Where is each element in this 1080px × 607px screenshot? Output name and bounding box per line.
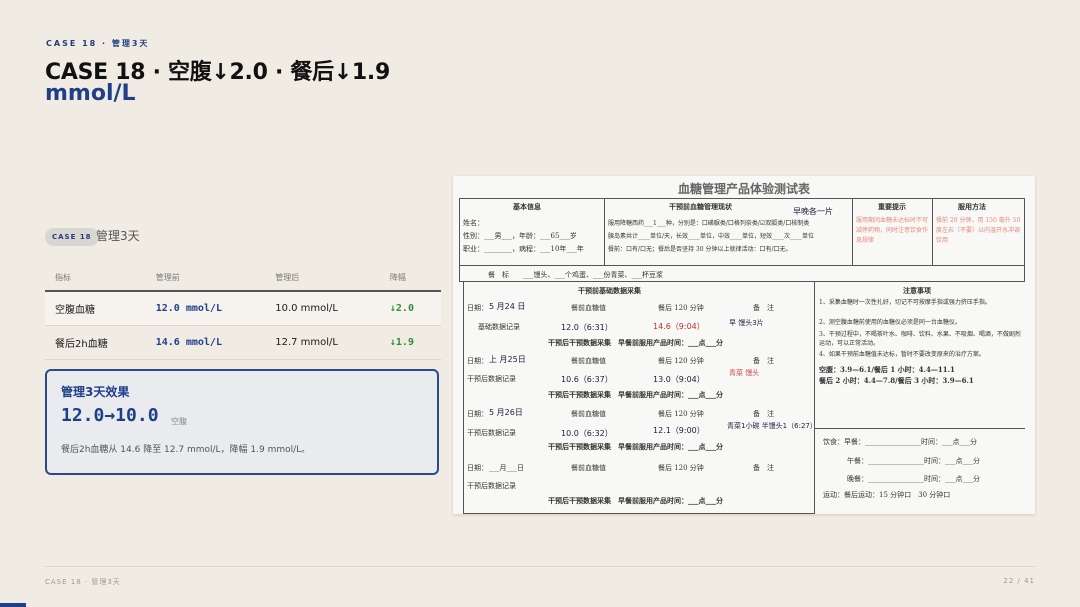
form-notes-header: 注意事项 — [903, 286, 931, 295]
note-4: 4、如果干预前血糖值未达标，暂时不要改变原来的治疗方案。 — [819, 351, 985, 358]
table-header-row: 指标 管理前 管理后 降幅 — [45, 264, 441, 292]
day2-post-header: 餐后 120 分钟 — [658, 357, 704, 365]
form-title: 血糖管理产品体验测试表 — [677, 182, 810, 196]
form-pre-header: 干预前基础数据采集 — [578, 286, 641, 295]
day2-row-label: 干预后数据记录 — [467, 375, 516, 383]
form-status-heading: 干预前血糖管理现状 — [669, 202, 732, 211]
collect-line-4: 干预后干预数据采集 早餐前服用产品时间：___点___分 — [548, 496, 723, 505]
day4-fasting-header: 餐前血糖值 — [571, 464, 606, 472]
table-row: 餐后2h血糖 14.6 mmol/L 12.7 mmol/L ↓1.9 — [45, 325, 441, 360]
col-header-drop: 降幅 — [379, 264, 441, 292]
form-tip-heading: 重要提示 — [878, 202, 906, 211]
day4-row-label: 干预后数据记录 — [467, 482, 516, 490]
slide-kicker: CASE 18 · 管理3天 — [46, 39, 150, 48]
form-method-text: 餐前 20 分钟，用 150 毫升 50 度左右（不要）以内温开水冲调饮用 — [936, 217, 1021, 244]
diet-lunch: 午餐：________________时间：___点___分 — [847, 457, 980, 465]
day3-remark-header: 备 注 — [753, 410, 774, 418]
effect-label: 空腹 — [171, 417, 187, 426]
day3-post: 12.1（9:00） — [653, 426, 705, 435]
form-basic-line1: 姓名： — [463, 219, 484, 227]
metrics-table: 指标 管理前 管理后 降幅 空腹血糖 12.0 mmol/L 10.0 mmol… — [45, 264, 441, 360]
day4-post-header: 餐后 120 分钟 — [658, 464, 704, 472]
collect-line-2: 干预后干预数据采集 早餐前服用产品时间：___点___分 — [548, 390, 723, 399]
day3-row-label: 干预后数据记录 — [467, 429, 516, 437]
effect-card: 管理3天效果 12.0→10.0 空腹 餐后2h血糖从 14.6 降至 12.7… — [45, 369, 439, 475]
day1-remark: 早 馒头3片 — [729, 319, 764, 327]
metric-drop: ↓2.0 — [379, 291, 441, 326]
day1-fasting: 12.0（6:31） — [561, 323, 613, 332]
form-basic-line3: 职业：________，病程：___10年___年 — [463, 245, 584, 253]
ref-range-2: 餐后 2 小时：4.4—7.8/餐后 3 小时：3.9—6.1 — [819, 376, 974, 385]
day1-row-label: 基础数据记录 — [478, 323, 520, 331]
form-basic-heading: 基本信息 — [513, 202, 541, 211]
test-form-photo: 血糖管理产品体验测试表 基本信息 干预前血糖管理现状 重要提示 服用方法 姓名：… — [453, 176, 1035, 514]
day2-date-label: 日期： — [467, 357, 488, 365]
footer-case-label: CASE 18 · 管理3天 — [45, 578, 121, 586]
day1-post-header: 餐后 120 分钟 — [658, 304, 704, 312]
collect-line-3: 干预后干预数据采集 早餐前服用产品时间：___点___分 — [548, 442, 723, 451]
form-status-line2: 胰岛素共计____单位/天，长效____单位，中效____单位，短效____次_… — [608, 233, 815, 240]
day1-date-label: 日期： — [467, 304, 488, 312]
day3-date-label: 日期： — [467, 410, 488, 418]
table-row: 空腹血糖 12.0 mmol/L 10.0 mmol/L ↓2.0 — [45, 291, 441, 326]
notes-divider — [815, 428, 1025, 429]
day1-post: 14.6（9:04） — [653, 322, 705, 331]
day3-fasting: 10.0（6:32） — [561, 429, 613, 438]
day2-date: 上 月25日 — [489, 355, 526, 364]
progress-bar — [0, 603, 1080, 607]
day4-date-label: 日期： — [467, 464, 488, 472]
form-method-heading: 服用方法 — [958, 202, 986, 211]
form-status-handwriting: 早晚各一片 — [793, 207, 833, 216]
day3-remark: 青菜1小碗 半馒头1（6:27） — [727, 422, 817, 430]
day1-date: 5 月24 日 — [489, 302, 526, 311]
form-status-line1: 服用降糖西药___1___种，分别是：口磺脲类/口格列奈类/☑双胍类/口核制类 — [608, 220, 810, 227]
note-3: 3、干预过程中，不喝茶叶水、咖啡、饮料、水果、不吸烟、喝酒，不做剧烈运动，可以正… — [819, 331, 1021, 347]
effect-note: 餐后2h血糖从 14.6 降至 12.7 mmol/L，降幅 1.9 mmol/… — [61, 445, 311, 455]
form-meal-row: 餐 标 ___馒头、___个鸡蛋、___份青菜、___杯豆浆 — [488, 271, 663, 279]
metric-name: 空腹血糖 — [45, 291, 146, 326]
collect-line-1: 干预后干预数据采集 早餐前服用产品时间：___点___分 — [548, 338, 723, 347]
note-1: 1、采集血糖时一次性扎好，切记不可按摩手指或强力挤压手指。 — [819, 299, 991, 306]
day3-fasting-header: 餐前血糖值 — [571, 410, 606, 418]
form-tip-text: 服用期间血糖未达标时不可减停药物，同时注意饮食作息规律 — [856, 217, 929, 244]
progress-fill — [0, 603, 26, 607]
day1-fasting-header: 餐前血糖值 — [571, 304, 606, 312]
metric-drop: ↓1.9 — [379, 325, 441, 360]
metric-name: 餐后2h血糖 — [45, 325, 146, 360]
day3-date: 5 月26日 — [489, 408, 523, 417]
day1-remark-header: 备 注 — [753, 304, 774, 312]
page-title-unit: mmol/L — [45, 81, 136, 106]
metric-before: 12.0 mmol/L — [145, 291, 266, 326]
diet-dinner: 晚餐：________________时间：___点___分 — [847, 475, 980, 483]
col-header-metric: 指标 — [45, 264, 146, 292]
day2-remark-header: 备 注 — [753, 357, 774, 365]
effect-title: 管理3天效果 — [61, 385, 130, 399]
day2-post: 13.0（9:04） — [653, 375, 705, 384]
metric-after: 10.0 mmol/L — [265, 291, 380, 326]
day2-fasting-header: 餐前血糖值 — [571, 357, 606, 365]
metric-before: 14.6 mmol/L — [145, 325, 266, 360]
case-subtitle: 管理3天 — [96, 229, 140, 243]
ref-range-1: 空腹：3.9—6.1/餐后 1 小时：4.4—11.1 — [819, 365, 955, 374]
exercise-line: 运动：餐后运动：15 分钟口 30 分钟口 — [823, 491, 951, 499]
metric-after: 12.7 mmol/L — [265, 325, 380, 360]
day2-remark: 青菜 馒头 — [729, 369, 760, 377]
day3-post-header: 餐后 120 分钟 — [658, 410, 704, 418]
diet-breakfast: 饮食：早餐：________________时间：___点___分 — [823, 438, 977, 446]
col-header-after: 管理后 — [265, 264, 380, 292]
note-2: 2、测空腹血糖前使用的血糖仪必须是同一台血糖仪。 — [819, 319, 961, 326]
page-number: 22 / 41 — [1003, 577, 1035, 585]
day2-fasting: 10.6（6:37） — [561, 375, 613, 384]
case-badge: CASE 18 — [45, 228, 99, 246]
footer-divider — [45, 566, 1035, 567]
effect-value: 12.0→10.0 — [61, 405, 159, 426]
col-header-before: 管理前 — [145, 264, 266, 292]
form-status-line3: 餐前：口有/口无；餐后是否坚持 30 分钟以上就律活动：口有/口无。 — [608, 246, 792, 253]
form-basic-line2: 性别：___男___，年龄：___65___岁 — [463, 232, 577, 240]
day4-remark-header: 备 注 — [753, 464, 774, 472]
day4-date: ___月___日 — [489, 464, 524, 472]
